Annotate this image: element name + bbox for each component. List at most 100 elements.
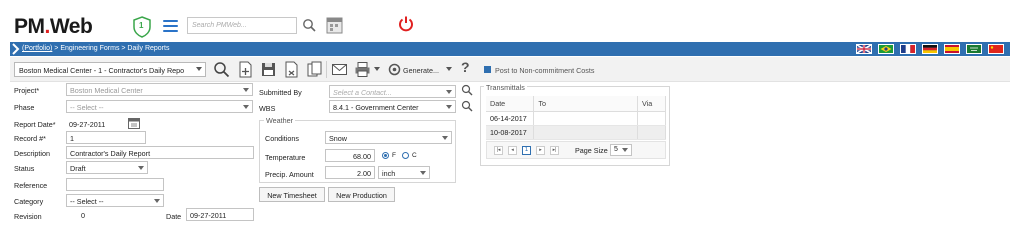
new-timesheet-button[interactable]: New Timesheet [259, 187, 325, 202]
page-number[interactable]: 1 [522, 146, 531, 155]
row-via [637, 111, 666, 126]
search-input[interactable]: Search PMWeb... [187, 17, 297, 34]
celsius-label: C [412, 152, 417, 159]
revision-label: Revision [14, 212, 42, 221]
shield-badge-icon[interactable]: 1 [132, 16, 152, 38]
reference-label: Reference [14, 181, 48, 190]
phase-select[interactable]: -- Select -- [66, 100, 253, 113]
temperature-field[interactable]: 68.00 [325, 149, 375, 162]
uk-flag-icon[interactable] [856, 44, 872, 54]
saudi-flag-icon[interactable] [966, 44, 982, 54]
column-header-date[interactable]: Date [486, 96, 535, 112]
add-new-icon[interactable] [237, 61, 254, 78]
revision-value: 0 [81, 211, 85, 220]
date-field[interactable]: 09-27-2011 [186, 208, 254, 221]
france-flag-icon[interactable] [900, 44, 916, 54]
report-date-label: Report Date* [14, 120, 56, 129]
china-flag-icon[interactable] [988, 44, 1004, 54]
page-size-select[interactable]: 5 [610, 144, 632, 156]
breadcrumb-portfolio-link[interactable]: (Portfolio) [22, 45, 52, 52]
pager: |◂ ◂ 1 ▸ ▸| Page Size 5 [486, 141, 666, 159]
page-size-label: Page Size [575, 146, 608, 155]
reference-field[interactable] [66, 178, 164, 191]
wbs-select[interactable]: 8.4.1 - Government Center [329, 100, 456, 113]
table-row[interactable]: 10-08-2017 [486, 125, 666, 140]
precip-label: Precip. Amount [265, 170, 314, 179]
help-icon[interactable]: ? [461, 59, 470, 75]
prev-page-icon[interactable]: ◂ [508, 146, 517, 155]
submitted-by-label: Submitted By [259, 88, 302, 97]
row-via [637, 125, 666, 140]
date-label: Date [166, 212, 182, 221]
record-number-field[interactable]: 1 [66, 131, 146, 144]
table-row[interactable]: 06-14-2017 [486, 111, 666, 126]
chevron-down-icon [420, 171, 426, 175]
generate-menu[interactable]: Generate... [403, 66, 439, 75]
shield-count: 1 [139, 21, 144, 30]
category-select[interactable]: -- Select -- [66, 194, 164, 207]
copy-icon[interactable] [306, 61, 323, 78]
brazil-flag-icon[interactable] [878, 44, 894, 54]
row-date: 06-14-2017 [486, 111, 535, 126]
print-icon[interactable] [354, 61, 371, 78]
calendar-icon[interactable] [326, 16, 343, 34]
project-label: Project* [14, 86, 40, 95]
last-page-icon[interactable]: ▸| [550, 146, 559, 155]
post-to-costs-label: Post to Non-commitment Costs [495, 66, 595, 75]
first-page-icon[interactable]: |◂ [494, 146, 503, 155]
email-icon[interactable] [331, 61, 348, 78]
save-icon[interactable] [260, 61, 277, 78]
new-production-button[interactable]: New Production [328, 187, 395, 202]
menu-icon[interactable] [163, 20, 178, 33]
search-icon[interactable] [302, 18, 316, 32]
delete-icon[interactable] [283, 61, 300, 78]
spain-flag-icon[interactable] [944, 44, 960, 54]
record-select[interactable]: Boston Medical Center - 1 - Contractor's… [14, 62, 206, 77]
chevron-down-icon [138, 166, 144, 170]
pmweb-logo[interactable]: PM.Web [14, 15, 93, 39]
fahrenheit-label: F [392, 152, 396, 159]
column-header-to[interactable]: To [533, 96, 639, 112]
breadcrumb-path: > Engineering Forms > Daily Reports [52, 45, 170, 52]
record-number-label: Record #* [14, 134, 46, 143]
report-date-field[interactable]: 09-27-2011 [69, 120, 105, 129]
status-label: Status [14, 164, 35, 173]
print-dropdown-icon[interactable] [374, 67, 380, 71]
search-records-icon[interactable] [213, 61, 230, 78]
contact-search-icon[interactable] [461, 84, 473, 98]
toolbar-divider [326, 61, 327, 78]
transmittals-table: Date To Via 06-14-2017 10-08-2017 [486, 96, 666, 140]
power-icon[interactable] [397, 15, 415, 33]
chevron-down-icon [154, 199, 160, 203]
generate-icon[interactable] [387, 62, 404, 79]
conditions-label: Conditions [265, 134, 299, 143]
chevron-down-icon [243, 88, 249, 92]
weather-title: Weather [264, 116, 296, 125]
precip-unit-select[interactable]: inch [378, 166, 430, 179]
breadcrumb: (Portfolio) > Engineering Forms > Daily … [22, 45, 169, 52]
date-picker-icon[interactable] [128, 117, 140, 131]
wbs-search-icon[interactable] [461, 100, 473, 114]
next-page-icon[interactable]: ▸ [536, 146, 545, 155]
description-field[interactable]: Contractor's Daily Report [66, 146, 254, 159]
row-to [533, 125, 639, 140]
chevron-down-icon [243, 105, 249, 109]
column-header-via[interactable]: Via [637, 96, 666, 112]
chevron-right-icon [11, 42, 21, 56]
germany-flag-icon[interactable] [922, 44, 938, 54]
celsius-radio[interactable] [402, 152, 409, 159]
submitted-by-select[interactable]: Select a Contact... [329, 85, 456, 98]
fahrenheit-radio[interactable] [382, 152, 389, 159]
status-select[interactable]: Draft [66, 161, 148, 174]
category-label: Category [14, 197, 44, 206]
post-to-costs-checkbox[interactable] [484, 66, 491, 73]
project-select[interactable]: Boston Medical Center [66, 83, 253, 96]
conditions-select[interactable]: Snow [325, 131, 452, 144]
generate-dropdown-icon[interactable] [446, 67, 452, 71]
chevron-down-icon [446, 105, 452, 109]
precip-field[interactable]: 2.00 [325, 166, 375, 179]
row-to [533, 111, 639, 126]
chevron-down-icon [622, 148, 628, 152]
chevron-down-icon [446, 90, 452, 94]
temperature-label: Temperature [265, 153, 306, 162]
